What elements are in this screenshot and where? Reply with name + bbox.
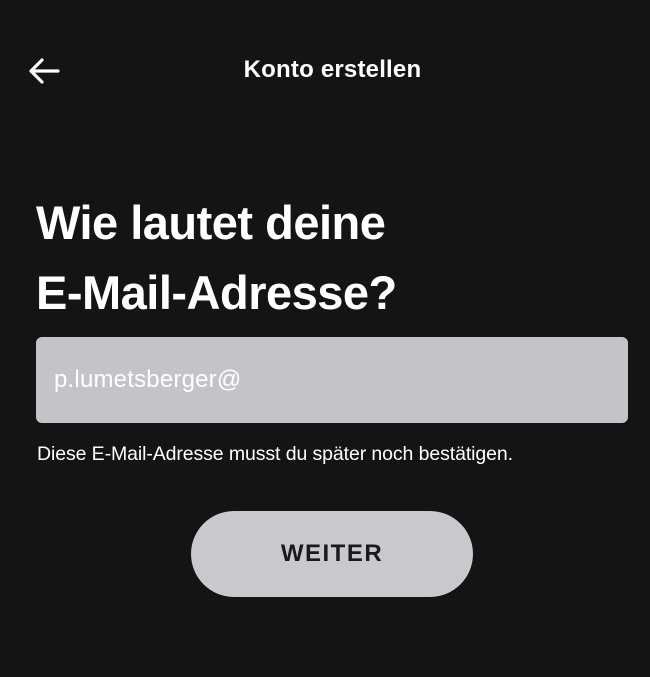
email-field[interactable]: p.lumetsberger@ xyxy=(36,337,628,423)
continue-button[interactable]: WEITER xyxy=(191,511,473,597)
top-bar: Konto erstellen xyxy=(0,0,650,140)
page-title: Konto erstellen xyxy=(243,56,422,83)
heading-line-1: Wie lautet deine xyxy=(36,196,386,249)
heading-line-2: E-Mail-Adresse? xyxy=(36,266,397,319)
email-question-heading: Wie lautet deine E-Mail-Adresse? xyxy=(36,188,616,328)
continue-button-label: WEITER xyxy=(280,540,384,567)
signup-email-screen: Konto erstellen Wie lautet deine E-Mail-… xyxy=(0,0,650,677)
email-confirmation-hint: Diese E-Mail-Adresse musst du später noc… xyxy=(37,443,513,465)
email-field-value[interactable]: p.lumetsberger@ xyxy=(54,366,241,394)
